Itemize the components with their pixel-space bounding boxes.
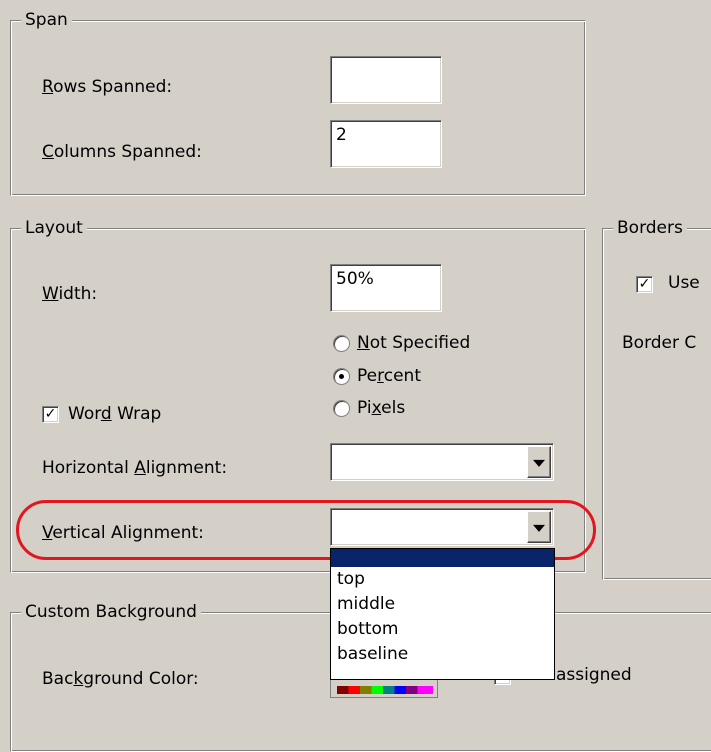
word-wrap-label: Word Wrap: [68, 404, 162, 424]
chevron-down-icon: [533, 459, 545, 467]
horizontal-alignment-dropdown-button[interactable]: [527, 446, 551, 478]
radio-percent-button[interactable]: [333, 368, 350, 385]
chevron-down-icon: [533, 524, 545, 532]
radio-percent-label: Percent: [357, 366, 421, 386]
unassigned-label: assigned: [556, 665, 632, 685]
dropdown-option-blank[interactable]: [331, 549, 554, 567]
use-borders-checkbox[interactable]: ✓: [636, 276, 653, 293]
dropdown-option-bottom[interactable]: bottom: [331, 617, 554, 642]
columns-spanned-label: Columns Spanned:: [42, 142, 202, 162]
horizontal-alignment-select[interactable]: [330, 443, 554, 481]
dropdown-option-baseline[interactable]: baseline: [331, 642, 554, 667]
custom-background-legend: Custom Background: [21, 601, 201, 623]
rows-spanned-input[interactable]: [330, 56, 442, 104]
span-legend: Span: [21, 9, 72, 31]
radio-not-specified-button[interactable]: [333, 335, 350, 352]
layout-legend: Layout: [21, 217, 87, 239]
dropdown-option-middle[interactable]: middle: [331, 592, 554, 617]
width-input[interactable]: 50%: [330, 264, 442, 312]
span-groupbox: Span: [10, 9, 586, 196]
width-label: Width:: [42, 284, 98, 304]
background-color-label: Background Color:: [42, 669, 199, 689]
word-wrap-checkbox[interactable]: ✓: [42, 406, 59, 423]
rows-spanned-label: Rows Spanned:: [42, 77, 173, 97]
vertical-alignment-select[interactable]: [330, 508, 554, 546]
use-borders-label: Use: [668, 273, 700, 293]
vertical-alignment-dropdown-list[interactable]: top middle bottom baseline: [330, 548, 555, 680]
borders-legend: Borders: [613, 217, 687, 239]
radio-pixels-label: Pixels: [357, 398, 406, 418]
color-swatches: [337, 686, 433, 694]
radio-pixels-button[interactable]: [333, 400, 350, 417]
vertical-alignment-label: Vertical Alignment:: [42, 523, 204, 543]
columns-spanned-input[interactable]: 2: [330, 120, 442, 168]
dropdown-option-top[interactable]: top: [331, 567, 554, 592]
radio-not-specified-label: Not Specified: [357, 333, 471, 353]
vertical-alignment-dropdown-button[interactable]: [527, 511, 551, 543]
horizontal-alignment-label: Horizontal Alignment:: [42, 458, 228, 478]
border-color-label: Border C: [622, 333, 697, 353]
